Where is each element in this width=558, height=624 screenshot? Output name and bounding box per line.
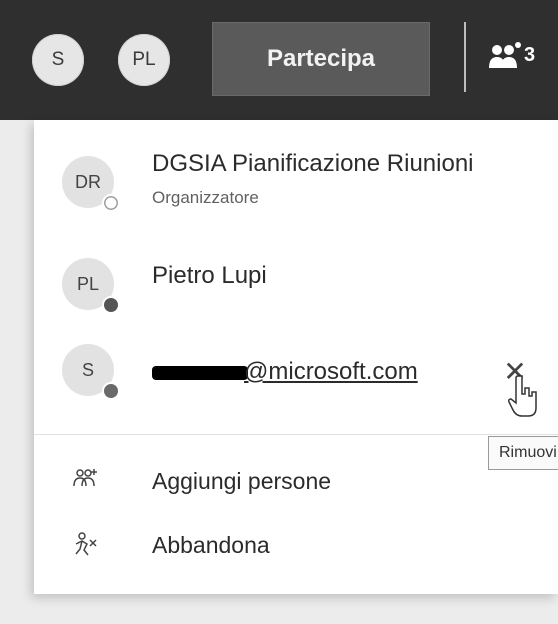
participant-role: Organizzatore xyxy=(152,188,259,207)
avatar-initials: S xyxy=(51,49,65,70)
add-people-button[interactable]: Aggiungi persone xyxy=(152,468,331,495)
join-button[interactable]: Partecipa xyxy=(212,22,430,96)
panel-divider xyxy=(34,434,558,435)
avatar-initials: PL xyxy=(76,273,100,294)
redaction-bar xyxy=(152,366,248,380)
avatar-initials: DR xyxy=(75,171,101,192)
status-offline-icon xyxy=(102,194,120,212)
avatar-initials: PL xyxy=(132,49,156,70)
add-people-icon xyxy=(73,469,97,487)
participants-panel: DR DGSIA Pianificazione Riunioni Organiz… xyxy=(34,120,558,594)
hand-cursor-icon xyxy=(508,375,537,417)
meeting-top-bar: S PL Partecipa 3 xyxy=(0,0,558,120)
avatar-s[interactable]: S xyxy=(32,34,84,86)
people-icon[interactable] xyxy=(486,40,522,76)
leave-button[interactable]: Abbandona xyxy=(152,532,270,559)
participant-email[interactable]: @microsoft.com xyxy=(244,358,418,386)
avatar-pl[interactable]: PL xyxy=(118,34,170,86)
leave-icon xyxy=(75,532,97,556)
participants-count: 3 xyxy=(524,44,536,66)
remove-tooltip: Rimuovi xyxy=(488,436,558,470)
participant-name[interactable]: DGSIA Pianificazione Riunioni xyxy=(152,150,474,178)
status-busy-icon xyxy=(102,296,120,314)
toolbar-divider xyxy=(464,22,466,92)
avatar-initials: S xyxy=(81,359,94,380)
participant-name[interactable]: Pietro Lupi xyxy=(152,262,267,290)
status-away-icon xyxy=(102,382,120,400)
